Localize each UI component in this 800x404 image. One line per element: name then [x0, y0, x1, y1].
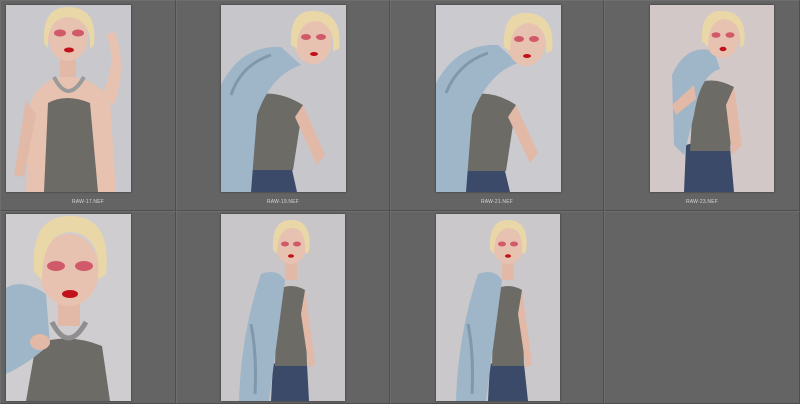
photo-filename: RAW-23.NEF — [685, 199, 718, 205]
grid-cell-6[interactable] — [176, 211, 390, 404]
grid-cell-3[interactable]: RAW-21.NEF — [390, 0, 604, 211]
photo-filename: RAW-21.NEF — [480, 199, 513, 205]
photo-thumbnail[interactable] — [221, 5, 346, 192]
photo-thumbnail[interactable] — [436, 214, 560, 401]
photo-filename: RAW-19.NEF — [266, 199, 299, 205]
grid-cell-4[interactable]: RAW-23.NEF — [604, 0, 800, 211]
photo-thumbnail[interactable] — [6, 5, 131, 192]
grid-cell-5[interactable] — [0, 211, 176, 404]
portrait-photo — [221, 214, 345, 401]
photo-thumbnail[interactable] — [6, 214, 131, 401]
portrait-photo — [221, 5, 346, 192]
photo-grid: RAW-17.NEF RAW-19.NEF RAW-21.NEF RAW-23.… — [0, 0, 800, 404]
photo-filename: RAW-17.NEF — [71, 199, 104, 205]
photo-thumbnail[interactable] — [436, 5, 561, 192]
photo-thumbnail[interactable] — [650, 5, 774, 192]
grid-cell-2[interactable]: RAW-19.NEF — [176, 0, 390, 211]
grid-cell-1[interactable]: RAW-17.NEF — [0, 0, 176, 211]
portrait-photo — [6, 214, 131, 401]
photo-thumbnail[interactable] — [221, 214, 345, 401]
grid-cell-empty — [604, 211, 800, 404]
portrait-photo — [436, 214, 560, 401]
grid-cell-7[interactable] — [390, 211, 604, 404]
portrait-photo — [650, 5, 774, 192]
portrait-photo — [436, 5, 561, 192]
portrait-photo — [6, 5, 131, 192]
